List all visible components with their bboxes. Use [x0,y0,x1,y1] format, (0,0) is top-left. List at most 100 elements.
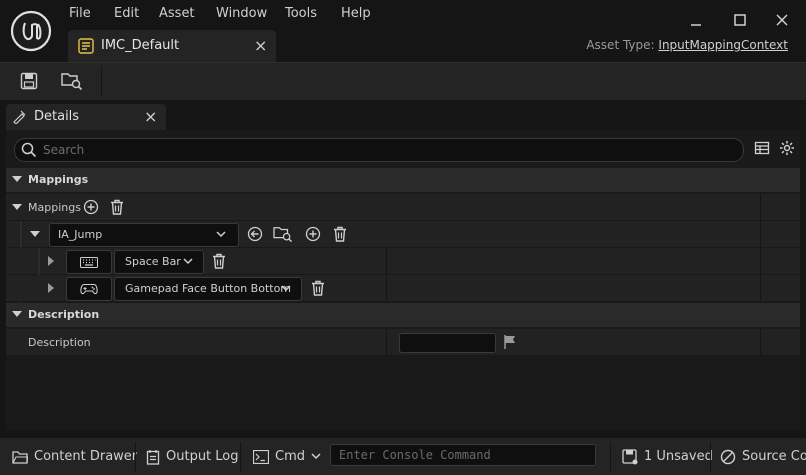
column-divider [386,329,387,355]
unreal-logo[interactable] [10,10,52,52]
details-tab[interactable]: Details × [6,104,166,130]
category-description[interactable]: Description [6,303,800,327]
input-mapping-context-icon [78,38,94,54]
column-divider [760,248,761,274]
menu-help[interactable]: Help [341,6,371,21]
minimize-icon [691,24,701,26]
status-separator [135,442,136,472]
key-dropdown-value: Gamepad Face Button Bottom [125,282,292,295]
search-input[interactable] [43,142,723,158]
source-control-button[interactable]: Source Control [720,438,806,475]
description-input[interactable] [399,333,496,353]
status-separator [610,442,611,472]
chevron-down-icon [311,453,321,460]
description-row: Description [6,329,800,356]
delete-action-icon[interactable] [333,226,347,242]
unsaved-button[interactable]: 1 Unsaved [622,438,713,475]
action-dropdown[interactable]: IA_Jump [49,223,239,247]
folder-search-icon [61,73,83,91]
menu-edit[interactable]: Edit [114,6,139,21]
collapse-arrow-icon [12,311,22,318]
cmd-label: Cmd [275,449,305,464]
column-divider [386,275,387,301]
details-icon [12,110,26,124]
column-divider [386,248,387,274]
asset-tab[interactable]: IMC_Default × [68,30,276,62]
unsaved-save-icon [622,448,638,464]
chevron-down-icon [183,258,193,265]
browse-to-asset-button[interactable] [56,67,88,95]
column-divider [760,275,761,301]
output-log-label: Output Log [166,449,239,464]
chevron-down-icon [281,285,291,292]
localization-flag-icon[interactable] [503,334,517,350]
expand-key-arrow-icon[interactable] [48,256,55,266]
save-icon [20,72,38,90]
column-divider [760,329,761,355]
add-mapping-icon[interactable] [83,199,99,215]
output-log-icon [146,449,160,465]
asset-tab-label: IMC_Default [101,38,180,53]
output-log-button[interactable]: Output Log [146,438,239,475]
property-matrix-icon[interactable] [754,140,770,156]
terminal-icon [253,449,269,464]
settings-gear-icon[interactable] [779,140,795,156]
content-drawer-icon [12,450,28,464]
content-drawer-label: Content Drawer [34,449,138,464]
asset-type-prefix: Asset Type: [586,38,655,52]
action-mapping-row: IA_Jump [6,221,800,303]
maximize-icon [734,14,746,26]
status-separator [240,442,241,472]
category-mappings-label: Mappings [28,173,89,186]
key-dropdown[interactable]: Gamepad Face Button Bottom [114,277,302,301]
chevron-down-icon [216,231,226,238]
key-dropdown[interactable]: Space Bar [114,250,204,274]
column-divider [760,194,761,220]
content-drawer-button[interactable]: Content Drawer [12,438,137,475]
toolbar [0,62,806,101]
delete-mapping-icon[interactable] [110,199,124,215]
asset-type-value[interactable]: InputMappingContext [658,38,788,52]
key-selector-button[interactable] [66,250,112,274]
source-control-label: Source Control [742,449,806,464]
menu-asset[interactable]: Asset [159,6,195,21]
key-mapping-row: Space Bar [6,248,800,302]
menu-window[interactable]: Window [216,6,267,21]
keyboard-icon [80,256,98,268]
action-dropdown-value: IA_Jump [58,228,103,241]
collapse-action-arrow-icon[interactable] [30,231,40,238]
unsaved-label: 1 Unsaved [644,449,713,464]
category-mappings[interactable]: Mappings [6,168,800,192]
close-window-button[interactable] [762,6,802,34]
status-separator [710,442,711,472]
delete-key-icon[interactable] [212,253,226,269]
key-mapping-row: Gamepad Face Button Bottom [6,275,800,302]
expand-key-arrow-icon[interactable] [48,283,55,293]
minimize-button[interactable] [676,6,716,34]
expand-arrow-icon[interactable] [12,204,22,211]
key-selector-button[interactable] [66,277,112,301]
maximize-button[interactable] [720,6,760,34]
category-description-label: Description [28,308,100,321]
use-selected-asset-icon[interactable] [247,226,263,242]
asset-tab-close-button[interactable]: × [254,36,267,55]
mappings-array-row: Mappings [6,194,800,221]
browse-asset-icon[interactable] [273,225,293,243]
menu-file[interactable]: File [69,6,91,21]
mappings-label: Mappings [28,201,81,214]
search-icon [21,142,37,158]
details-tab-label: Details [34,109,80,124]
menu-tools[interactable]: Tools [285,6,317,21]
source-control-disabled-icon [720,449,736,464]
search-box[interactable] [14,138,744,162]
key-dropdown-value: Space Bar [125,255,181,268]
gamepad-icon [80,283,98,295]
console-command-input[interactable] [330,444,596,466]
description-label: Description [28,336,91,349]
add-key-icon[interactable] [305,226,321,242]
cmd-dropdown[interactable]: Cmd [253,438,321,475]
details-tab-close-button[interactable]: × [144,107,157,126]
toolbar-divider [101,66,102,96]
delete-key-icon[interactable] [311,280,325,296]
save-button[interactable] [13,67,45,95]
